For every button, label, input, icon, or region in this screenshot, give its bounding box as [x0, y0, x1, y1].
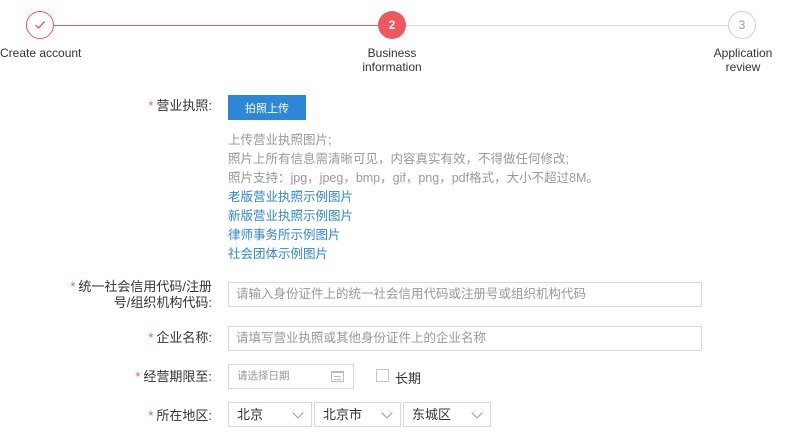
chevron-down-icon [471, 407, 483, 419]
long-term-checkbox[interactable] [376, 369, 389, 382]
upload-note: 照片上所有信息需清晰可见，内容真实有效，不得做任何修改; [228, 152, 569, 166]
upload-photo-button[interactable]: 拍照上传 [228, 95, 306, 120]
social-group-sample-link[interactable]: 社会团体示例图片 [228, 245, 599, 264]
company-name-input[interactable]: 请填写营业执照或其他身份证件上的企业名称 [228, 326, 702, 351]
company-name-label: * 企业名称: [148, 330, 212, 345]
chevron-down-icon [381, 407, 393, 419]
region-label: * 所在地区: [148, 408, 212, 423]
city-value: 北京市 [323, 407, 363, 422]
step-1-circle [26, 11, 54, 39]
credit-code-input[interactable]: 请输入身份证件上的统一社会信用代码或注册号或组织机构代码 [228, 282, 702, 307]
law-firm-sample-link[interactable]: 律师事务所示例图片 [228, 226, 599, 245]
step-2-circle: 2 [378, 11, 406, 39]
province-value: 北京 [237, 407, 264, 422]
credit-code-label: * 统一社会信用代码/注册 号/组织机构代码: [70, 279, 212, 310]
required-mark: * [148, 408, 154, 423]
progress-stepper: 2 3 Create account Business information … [0, 0, 800, 80]
license-label: * 营业执照: [148, 98, 212, 113]
term-date-picker[interactable]: 请选择日期 [228, 364, 354, 389]
old-license-sample-link[interactable]: 老版营业执照示例图片 [228, 188, 599, 207]
step-3-label: Application review [713, 46, 773, 74]
date-placeholder: 请选择日期 [237, 370, 290, 382]
long-term-label: 长期 [395, 371, 422, 386]
check-icon [35, 21, 45, 29]
chevron-down-icon [292, 407, 304, 419]
required-mark: * [135, 369, 141, 384]
term-label: * 经营期限至: [135, 369, 212, 384]
new-license-sample-link[interactable]: 新版营业执照示例图片 [228, 207, 599, 226]
required-mark: * [148, 330, 154, 345]
district-select[interactable]: 东城区 [403, 402, 491, 427]
step-3-circle: 3 [728, 11, 756, 39]
step-2-label: Business information [362, 46, 422, 74]
upload-note: 照片支持：jpg，jpeg，bmp，gif，png，pdf格式，大小不超过8M。 [228, 171, 599, 185]
province-select[interactable]: 北京 [228, 402, 312, 427]
required-mark: * [148, 98, 154, 113]
upload-instructions: 上传营业执照图片; 照片上所有信息需清晰可见，内容真实有效，不得做任何修改; 照… [228, 131, 599, 264]
calendar-icon [331, 371, 344, 382]
step-connector-completed [54, 25, 378, 26]
required-mark: * [70, 279, 76, 294]
step-connector-pending [406, 25, 728, 26]
upload-note: 上传营业执照图片; [228, 133, 332, 147]
step-1-label: Create account [0, 46, 82, 60]
city-select[interactable]: 北京市 [314, 402, 401, 427]
district-value: 东城区 [412, 407, 452, 422]
